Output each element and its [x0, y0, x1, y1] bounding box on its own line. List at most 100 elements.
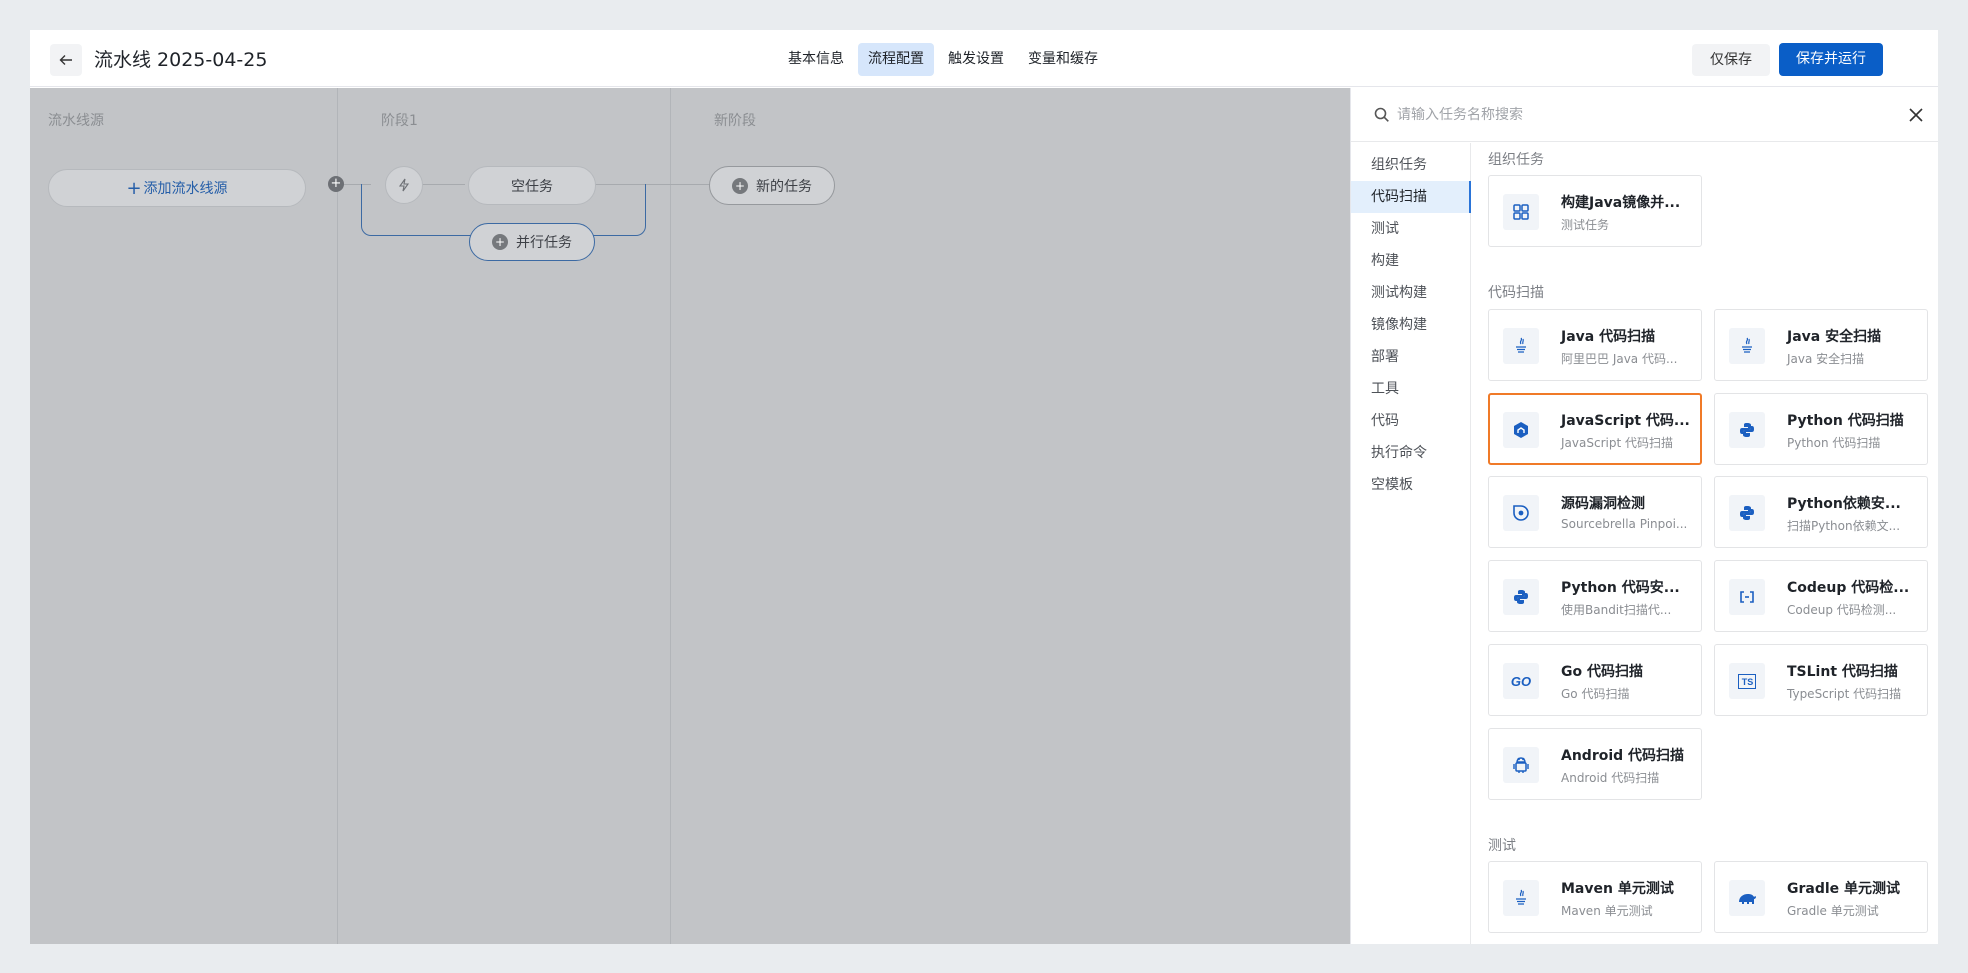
task-card-name: Gradle 单元测试	[1787, 881, 1901, 897]
task-card-desc: 测试任务	[1561, 218, 1610, 232]
stage-title: 阶段1	[381, 113, 418, 129]
python-icon	[1729, 412, 1765, 448]
tab-variables-cache[interactable]: 变量和缓存	[1018, 43, 1108, 76]
task-card-desc: 扫描Python依赖文...	[1787, 519, 1901, 533]
task-card[interactable]: Java 代码扫描 阿里巴巴 Java 代码...	[1488, 309, 1702, 381]
section-title: 组织任务	[1488, 152, 1544, 168]
task-card[interactable]: Android 代码扫描 Android 代码扫描	[1488, 728, 1702, 800]
task-card-name: Android 代码扫描	[1561, 748, 1685, 764]
plus-circle-icon: +	[492, 234, 508, 250]
task-card-name: Python 代码安...	[1561, 580, 1680, 596]
python-icon	[1503, 579, 1539, 615]
empty-task-node[interactable]: 空任务	[468, 166, 596, 205]
tab-flow-config[interactable]: 流程配置	[858, 43, 934, 76]
search-icon	[1374, 107, 1389, 122]
save-and-run-button[interactable]: 保存并运行	[1779, 43, 1883, 76]
category-item-active[interactable]: 代码扫描	[1351, 181, 1471, 213]
android-icon	[1503, 747, 1539, 783]
task-card-desc: 使用Bandit扫描代...	[1561, 603, 1672, 617]
back-button[interactable]	[50, 44, 82, 76]
task-card-desc: Gradle 单元测试	[1787, 904, 1879, 918]
task-card[interactable]: Maven 单元测试 Maven 单元测试	[1488, 861, 1702, 933]
grid-icon	[1503, 194, 1539, 230]
task-card-desc: Go 代码扫描	[1561, 687, 1630, 701]
task-card-desc: Java 安全扫描	[1787, 352, 1865, 366]
add-parallel-task-button[interactable]: + 并行任务	[469, 223, 595, 261]
task-search-bar	[1351, 88, 1938, 142]
task-card-name: Python 代码扫描	[1787, 413, 1904, 429]
category-nav: 组织任务 代码扫描 测试 构建 测试构建 镜像构建 部署 工具 代码 执行命令 …	[1351, 143, 1471, 944]
ts-icon: TS	[1729, 663, 1765, 699]
category-item[interactable]: 工具	[1351, 373, 1471, 405]
js-hex-icon	[1503, 412, 1539, 448]
page-title: 流水线 2025-04-25	[94, 49, 268, 71]
codeup-icon	[1729, 579, 1765, 615]
go-icon: GO	[1503, 663, 1539, 699]
stage-column-new: 新阶段	[671, 88, 1350, 944]
java-icon	[1729, 328, 1765, 364]
task-card-desc: Maven 单元测试	[1561, 904, 1653, 918]
save-only-button[interactable]: 仅保存	[1692, 44, 1770, 76]
task-card-name: TSLint 代码扫描	[1787, 664, 1898, 680]
task-card-highlighted[interactable]: JavaScript 代码... JavaScript 代码扫描	[1488, 393, 1702, 465]
task-card[interactable]: Codeup 代码检... Codeup 代码检测...	[1714, 560, 1928, 632]
task-card-name: Codeup 代码检...	[1787, 580, 1910, 596]
section-title: 代码扫描	[1488, 285, 1544, 301]
task-card-desc: 阿里巴巴 Java 代码...	[1561, 352, 1678, 366]
task-card[interactable]: Java 安全扫描 Java 安全扫描	[1714, 309, 1928, 381]
arrow-left-icon	[59, 55, 72, 65]
task-card[interactable]: TS TSLint 代码扫描 TypeScript 代码扫描	[1714, 644, 1928, 716]
category-item[interactable]: 部署	[1351, 341, 1471, 373]
task-card-desc: Codeup 代码检测...	[1787, 603, 1897, 617]
trigger-node[interactable]	[385, 166, 423, 204]
category-item[interactable]: 镜像构建	[1351, 309, 1471, 341]
tab-trigger-settings[interactable]: 触发设置	[938, 43, 1014, 76]
category-item[interactable]: 执行命令	[1351, 437, 1471, 469]
tab-basic-info[interactable]: 基本信息	[778, 43, 854, 76]
pipeline-editor: 流水线 2025-04-25 基本信息 流程配置 触发设置 变量和缓存 仅保存 …	[30, 30, 1938, 944]
header: 流水线 2025-04-25 基本信息 流程配置 触发设置 变量和缓存 仅保存 …	[30, 30, 1938, 87]
plus-circle-icon: +	[732, 177, 748, 194]
task-search-input[interactable]	[1397, 102, 1857, 128]
task-card[interactable]: 构建Java镜像并... 测试任务	[1488, 175, 1702, 247]
plus-icon: +	[126, 177, 142, 199]
task-card[interactable]: Gradle 单元测试 Gradle 单元测试	[1714, 861, 1928, 933]
new-task-label: 新的任务	[756, 178, 812, 195]
stage-column-source: 流水线源	[30, 88, 338, 944]
category-item[interactable]: 构建	[1351, 245, 1471, 277]
add-new-task-button[interactable]: + 新的任务	[709, 166, 835, 205]
task-card[interactable]: Python依赖安... 扫描Python依赖文...	[1714, 476, 1928, 548]
category-item[interactable]: 组织任务	[1351, 149, 1471, 181]
task-card[interactable]: Python 代码扫描 Python 代码扫描	[1714, 393, 1928, 465]
task-card[interactable]: GO Go 代码扫描 Go 代码扫描	[1488, 644, 1702, 716]
task-card-name: 构建Java镜像并...	[1561, 195, 1681, 211]
category-item[interactable]: 测试	[1351, 213, 1471, 245]
tab-bar: 基本信息 流程配置 触发设置 变量和缓存	[778, 43, 1108, 76]
parallel-task-label: 并行任务	[516, 235, 572, 251]
task-card[interactable]: Python 代码安... 使用Bandit扫描代...	[1488, 560, 1702, 632]
task-card-desc: Python 代码扫描	[1787, 436, 1881, 450]
category-item[interactable]: 测试构建	[1351, 277, 1471, 309]
task-picker-panel: 组织任务 代码扫描 测试 构建 测试构建 镜像构建 部署 工具 代码 执行命令 …	[1350, 88, 1938, 944]
task-card-name: Maven 单元测试	[1561, 881, 1674, 897]
task-card[interactable]: 源码漏洞检测 Sourcebrella Pinpoi...	[1488, 476, 1702, 548]
add-stage-plus-icon[interactable]: +	[328, 176, 344, 192]
task-card-desc: Android 代码扫描	[1561, 771, 1660, 785]
stage-title: 流水线源	[48, 113, 104, 129]
task-card-name: Go 代码扫描	[1561, 664, 1643, 680]
stage-title: 新阶段	[714, 113, 756, 129]
gradle-icon	[1729, 880, 1765, 916]
task-card-desc: Sourcebrella Pinpoi...	[1561, 517, 1688, 531]
add-source-button[interactable]: + 添加流水线源	[48, 169, 306, 207]
category-item[interactable]: 代码	[1351, 405, 1471, 437]
section-title: 测试	[1488, 838, 1516, 854]
task-card-name: Java 安全扫描	[1787, 329, 1882, 345]
python-icon	[1729, 495, 1765, 531]
close-icon[interactable]	[1907, 106, 1925, 124]
category-item[interactable]: 空模板	[1351, 469, 1471, 501]
task-list: 组织任务 构建Java镜像并... 测试任务 代码扫描 Java 代码扫描 阿里…	[1472, 143, 1938, 944]
java-icon	[1503, 328, 1539, 364]
task-card-desc: JavaScript 代码扫描	[1561, 436, 1673, 450]
task-card-name: Java 代码扫描	[1561, 329, 1656, 345]
task-card-name: 源码漏洞检测	[1561, 496, 1645, 512]
